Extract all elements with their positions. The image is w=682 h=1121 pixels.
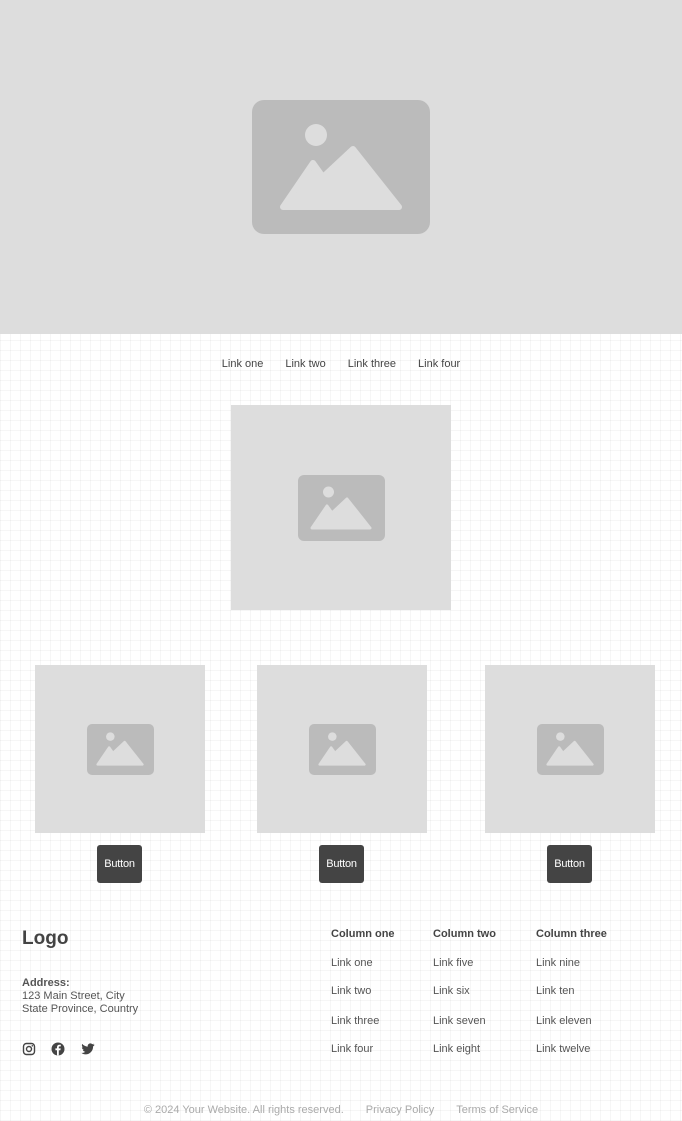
image-placeholder-icon xyxy=(536,723,604,775)
footer-link-three[interactable]: Link three xyxy=(331,1015,379,1027)
footer-link-six[interactable]: Link six xyxy=(433,985,470,997)
card-button-3[interactable]: Button xyxy=(547,845,592,883)
featured-image xyxy=(231,405,451,610)
nav-link-two[interactable]: Link two xyxy=(285,358,325,370)
footer-logo[interactable]: Logo xyxy=(22,928,68,950)
image-placeholder-icon xyxy=(86,723,154,775)
instagram-icon[interactable] xyxy=(22,1042,36,1056)
copyright-text: © 2024 Your Website. All rights reserved… xyxy=(143,1104,344,1116)
footer-link-nine[interactable]: Link nine xyxy=(536,957,580,969)
main-nav: Link one Link two Link three Link four xyxy=(0,358,682,370)
card-button-2[interactable]: Button xyxy=(319,845,364,883)
card-image-3 xyxy=(485,665,655,833)
privacy-policy-link[interactable]: Privacy Policy xyxy=(366,1104,434,1116)
address-label: Address: xyxy=(22,977,70,989)
footer-link-five[interactable]: Link five xyxy=(433,957,473,969)
footer-link-four[interactable]: Link four xyxy=(331,1043,373,1055)
image-placeholder-icon xyxy=(297,474,385,541)
hero-image xyxy=(0,0,682,334)
footer-link-seven[interactable]: Link seven xyxy=(433,1015,486,1027)
footer-link-ten[interactable]: Link ten xyxy=(536,985,575,997)
nav-link-one[interactable]: Link one xyxy=(222,358,264,370)
nav-link-four[interactable]: Link four xyxy=(418,358,460,370)
address-line-1: 123 Main Street, City xyxy=(22,990,125,1002)
column-three-heading: Column three xyxy=(536,928,607,940)
facebook-icon[interactable] xyxy=(51,1042,65,1056)
footer-link-two[interactable]: Link two xyxy=(331,985,371,997)
card-image-1 xyxy=(35,665,205,833)
nav-link-three[interactable]: Link three xyxy=(348,358,396,370)
twitter-icon[interactable] xyxy=(81,1042,95,1056)
card-button-1[interactable]: Button xyxy=(97,845,142,883)
footer-link-one[interactable]: Link one xyxy=(331,957,373,969)
footer-link-twelve[interactable]: Link twelve xyxy=(536,1043,590,1055)
column-two-heading: Column two xyxy=(433,928,496,940)
terms-of-service-link[interactable]: Terms of Service xyxy=(456,1104,538,1116)
image-placeholder-icon xyxy=(308,723,376,775)
card-image-2 xyxy=(257,665,427,833)
footer-link-eleven[interactable]: Link eleven xyxy=(536,1015,592,1027)
image-placeholder-icon xyxy=(252,100,430,234)
address-line-2: State Province, Country xyxy=(22,1003,139,1015)
column-one-heading: Column one xyxy=(331,928,395,940)
legal-bar: © 2024 Your Website. All rights reserved… xyxy=(0,1104,682,1116)
footer-link-eight[interactable]: Link eight xyxy=(433,1043,480,1055)
